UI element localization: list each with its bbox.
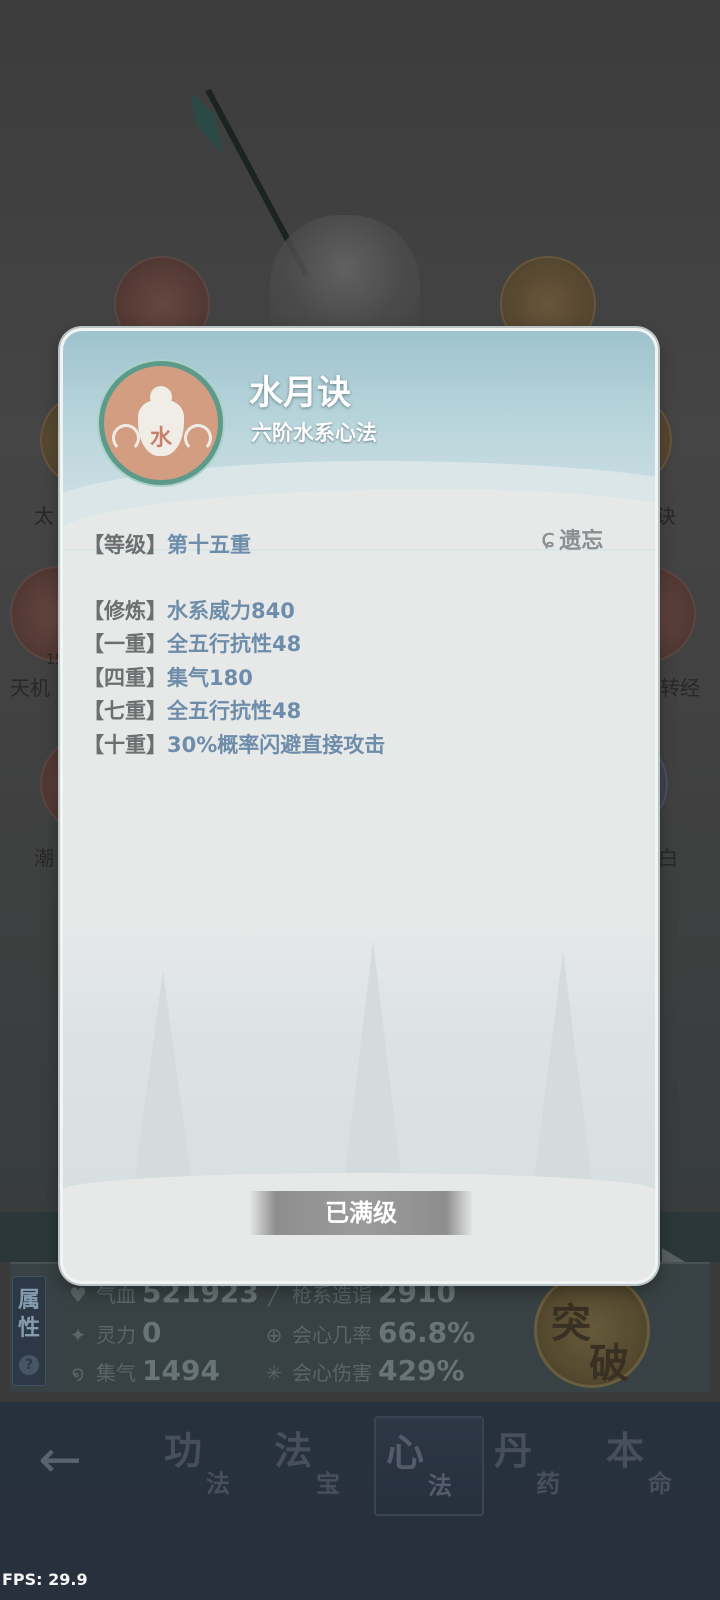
effect-line: 【七重】全五行抗性48 [83,695,623,729]
water-element-emblem-icon: 水 [99,361,223,485]
mist-peak [343,941,403,1191]
line-value: 全五行抗性48 [167,699,302,724]
mist-landscape [63,911,655,1191]
effect-line: 【修炼】水系威力840 [83,595,623,629]
mist-peak [133,971,193,1191]
skill-detail-modal: 水 水月诀 六阶水系心法 ɕ 遗忘 【等级】第十五重 【修炼】水系威力840 【… [60,328,658,1284]
effect-line: 【一重】全五行抗性48 [83,628,623,662]
line-value: 30%概率闪避直接攻击 [167,732,386,757]
line-tag: 【四重】 [83,665,167,690]
skill-details: 【等级】第十五重 【修炼】水系威力840 【一重】全五行抗性48 【四重】集气1… [83,529,623,763]
level-line: 【等级】第十五重 [83,529,623,563]
wave-decor [112,424,140,452]
wave-decor [184,424,212,452]
modal-header: 水 水月诀 六阶水系心法 [63,331,655,551]
line-value: 水系威力840 [167,598,295,623]
line-tag: 【七重】 [83,699,167,724]
line-value: 全五行抗性48 [167,632,302,657]
max-level-button[interactable]: 已满级 [249,1191,473,1235]
skill-subtitle: 六阶水系心法 [251,421,377,445]
line-value: 集气180 [167,665,253,690]
line-tag: 【修炼】 [83,598,167,623]
effect-line: 【四重】集气180 [83,662,623,696]
line-tag: 【一重】 [83,632,167,657]
mist-peak [533,951,593,1191]
emblem-element-char: 水 [149,426,172,451]
line-value: 第十五重 [167,533,251,557]
effect-line: 【十重】30%概率闪避直接攻击 [83,729,623,763]
line-tag: 【十重】 [83,732,167,757]
skill-title: 水月诀 [249,373,351,413]
line-tag: 【等级】 [83,533,167,557]
